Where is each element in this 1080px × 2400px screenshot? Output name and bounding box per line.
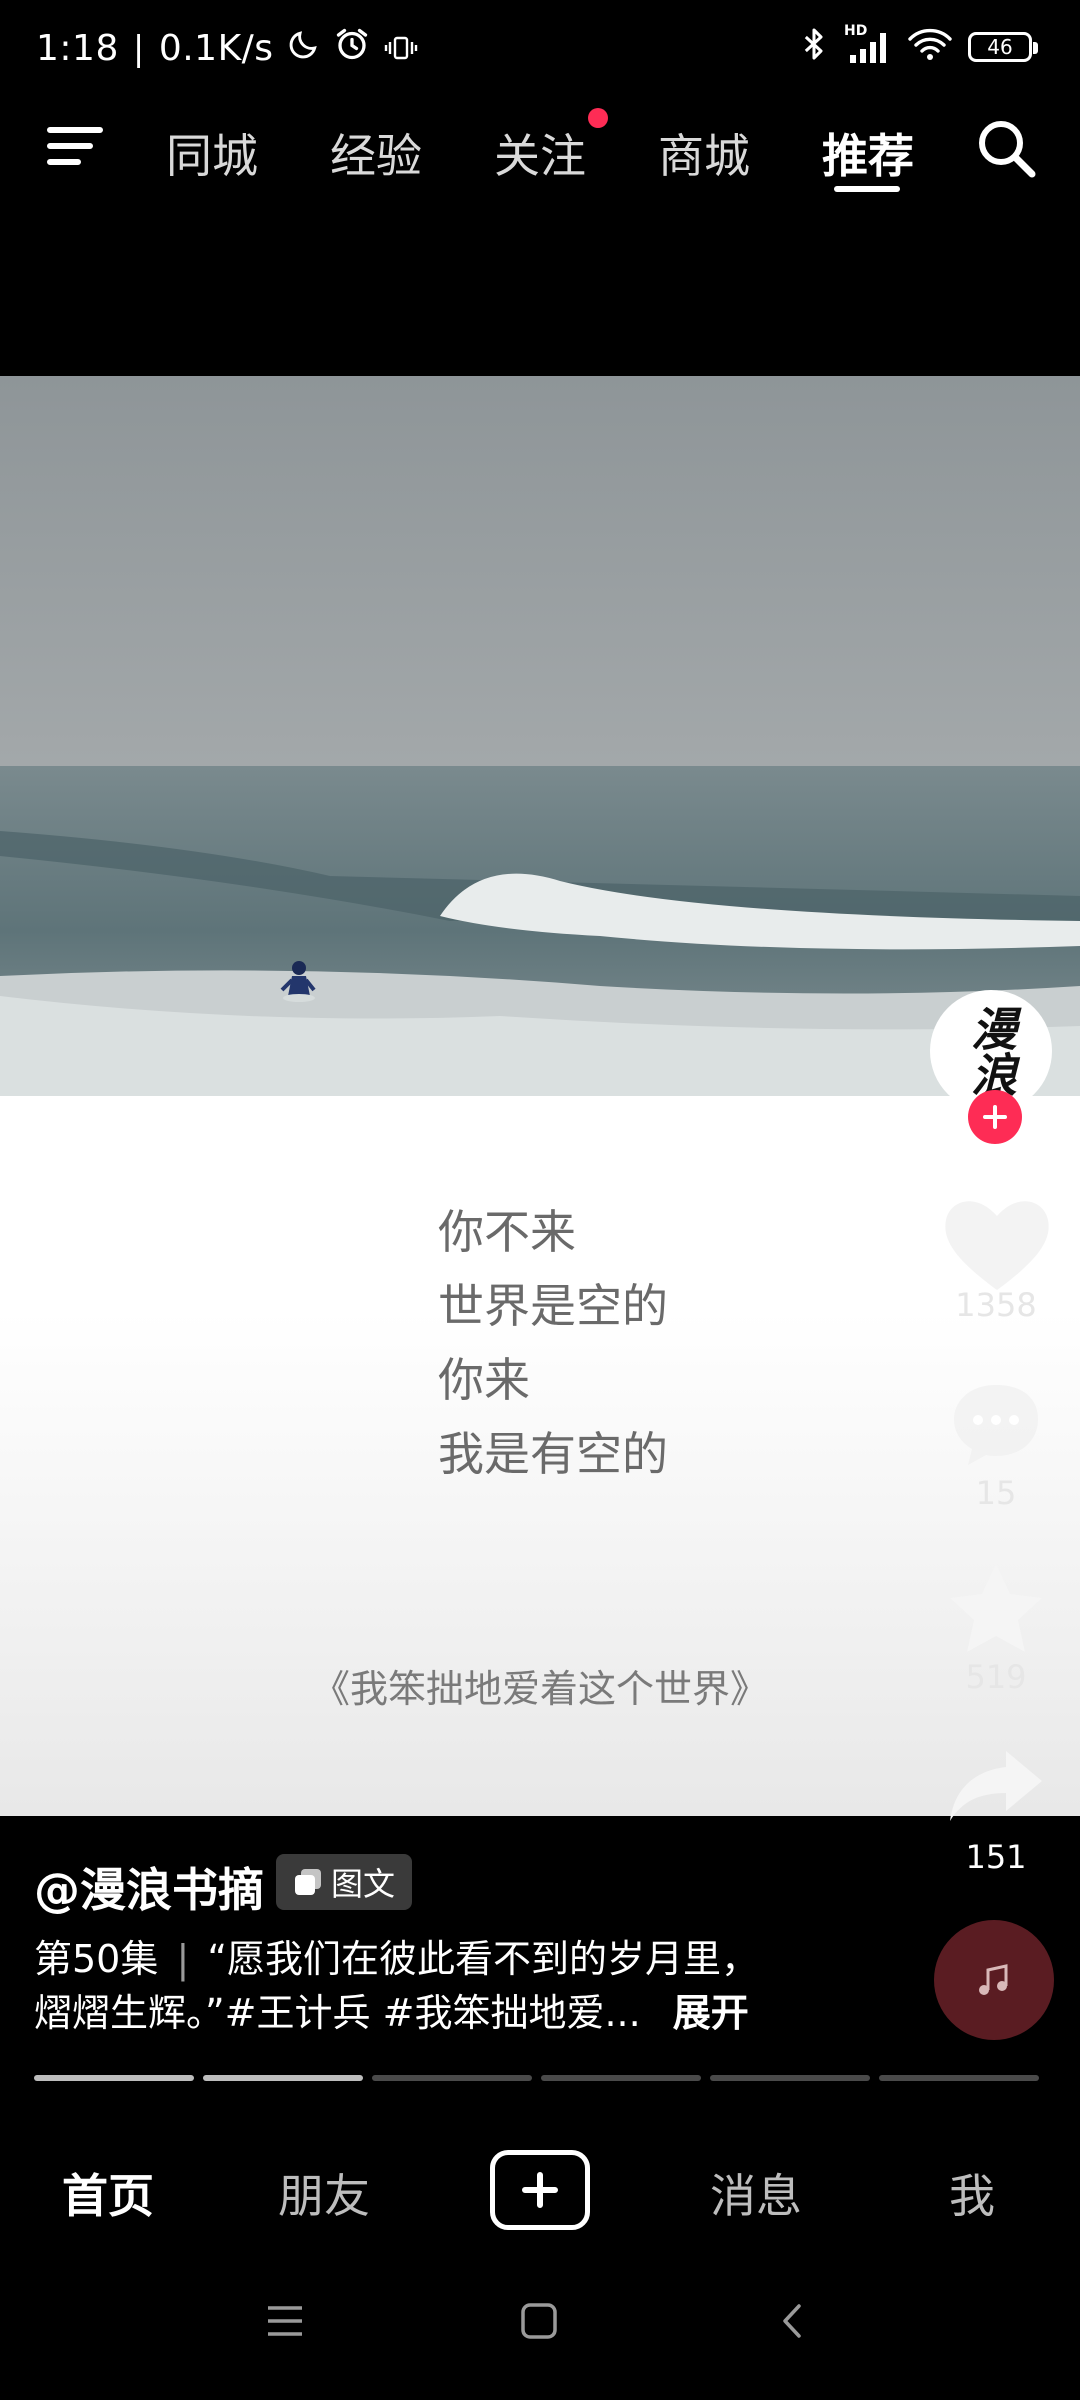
follow-notification-dot [588,108,608,128]
status-right: HD 46 [800,23,1038,68]
favorite-button[interactable] [946,1560,1046,1660]
caption-line-1: 第50集 | “愿我们在彼此看不到的岁月里， [34,1932,834,1986]
progress-segment [34,2075,194,2081]
post-photo[interactable] [0,376,1080,1096]
system-menu-icon[interactable] [264,2300,306,2346]
plus-icon [983,1105,1007,1129]
music-disc-button[interactable] [934,1920,1054,2040]
nav-me[interactable]: 我 [892,2160,1052,2226]
comment-icon [954,1385,1038,1465]
tab-guanzhu[interactable]: 关注 [494,120,586,186]
quote-line-1: 你不来 [438,1205,576,1259]
like-count: 1358 [955,1286,1037,1324]
nav-friends[interactable]: 朋友 [244,2160,404,2226]
share-button[interactable] [946,1745,1046,1829]
caption-line-2: 熠熠生辉。”#王计兵 #我笨拙地爱... 展开 [34,1986,834,2040]
image-text-icon [294,1869,321,1895]
music-note-icon [979,1964,1008,1995]
heart-icon [945,1201,1049,1290]
expand-button[interactable]: 展开 [673,1991,749,2035]
network-speed: 0.1K/s [158,28,274,69]
status-divider: | [132,28,145,69]
status-bar: 1:18 | 0.1K/s HD 46 [0,0,1080,86]
battery-level: 46 [987,35,1013,59]
search-icon[interactable] [974,116,1038,184]
tab-jingyan[interactable]: 经验 [330,120,422,186]
tab-shangcheng[interactable]: 商城 [658,120,750,186]
tab-tongcheng[interactable]: 同城 [166,120,258,186]
caption-text-2: 熠熠生辉。”#王计兵 #我笨拙地爱... [34,1991,641,2035]
progress-segment [372,2075,532,2081]
battery-icon: 46 [968,32,1038,62]
moon-icon [288,28,320,69]
share-arrow-icon [950,1751,1042,1821]
bluetooth-icon [800,26,828,68]
status-time: 1:18 [36,28,119,69]
author-name[interactable]: @漫浪书摘 [34,1854,264,1920]
progress-segment [710,2075,870,2081]
caption-text-1: “愿我们在彼此看不到的岁月里， [207,1937,760,1981]
progress-segment [541,2075,701,2081]
episode-divider: | [176,1937,190,1981]
sea-scene-image [0,376,1080,1096]
top-nav: 同城 经验 关注 商城 推荐 [0,86,1080,206]
comment-button[interactable] [946,1375,1046,1479]
post-type-label: 图文 [330,1865,395,1903]
vibrate-icon [384,28,418,69]
wifi-icon [908,27,952,67]
progress-segment [879,2075,1039,2081]
menu-icon[interactable] [46,124,104,172]
post-caption[interactable]: 第50集 | “愿我们在彼此看不到的岁月里， 熠熠生辉。”#王计兵 #我笨拙地爱… [34,1932,834,2040]
book-title: 《我笨拙地爱着这个世界》 [311,1667,768,1711]
plus-icon [522,2172,558,2208]
system-back-icon[interactable] [772,2300,814,2346]
share-count: 151 [965,1838,1027,1876]
nav-home[interactable]: 首页 [28,2160,188,2226]
quote-line-3: 你来 [438,1353,530,1407]
follow-plus-button[interactable] [968,1090,1022,1144]
quote-line-4: 我是有空的 [438,1427,668,1481]
star-icon [950,1564,1042,1652]
nav-messages[interactable]: 消息 [676,2160,836,2226]
system-home-icon[interactable] [518,2300,560,2346]
active-tab-indicator [834,186,900,192]
alarm-icon [334,26,370,71]
quote-line-2: 世界是空的 [438,1279,668,1333]
create-post-button[interactable] [490,2150,590,2230]
avatar-calligraphy: 漫浪 [964,1005,1018,1097]
tab-tuijian[interactable]: 推荐 [822,120,914,186]
progress-segment [203,2075,363,2081]
status-left: 1:18 | 0.1K/s [36,26,418,71]
post-type-badge: 图文 [276,1854,412,1910]
favorite-count: 519 [965,1658,1027,1696]
episode-label: 第50集 [34,1937,159,1981]
cellular-signal-icon: HD [844,23,892,65]
comment-count: 15 [975,1474,1017,1512]
